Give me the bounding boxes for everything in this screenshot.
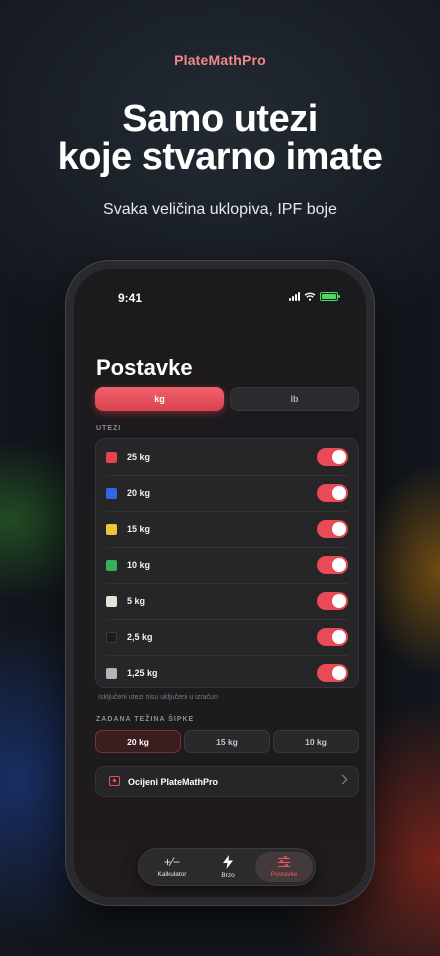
plate-toggle[interactable]: [317, 664, 348, 682]
tab-brzo[interactable]: Brzo: [201, 852, 255, 882]
plate-toggle[interactable]: [317, 448, 348, 466]
signal-icon: [289, 292, 300, 301]
list-item: 25 kg: [96, 439, 358, 475]
plate-color-swatch: [106, 487, 117, 499]
list-item: 5 kg: [96, 583, 358, 619]
phone-frame: 9:41 Postavke kg lb UTEZI 25 kg 20 kg 15…: [66, 261, 374, 905]
status-time: 9:41: [118, 291, 143, 305]
tab-label: Kalkulator: [157, 871, 187, 878]
tab-bar: +⁄− Kalkulator Brzo Postavke: [138, 848, 316, 886]
bolt-icon: [223, 855, 233, 869]
sliders-icon: [278, 856, 290, 868]
plate-label: 10 kg: [127, 560, 151, 570]
list-item: 15 kg: [96, 511, 358, 547]
subline: Svaka veličina uklopiva, IPF boje: [103, 201, 337, 218]
plates-list: 25 kg 20 kg 15 kg 10 kg 5 kg 2,5 kg 1,25…: [95, 438, 359, 688]
bar-option-15kg[interactable]: 15 kg: [184, 730, 270, 753]
plate-color-swatch: [106, 559, 117, 571]
toggle-knob: [332, 666, 346, 680]
bar-section-label: ZADANA TEŽINA ŠIPKE: [96, 716, 195, 723]
plate-label: 2,5 kg: [127, 632, 153, 642]
chevron-right-icon: [337, 774, 348, 785]
tab-postavke[interactable]: Postavke: [255, 852, 313, 882]
plus-minus-icon: +⁄−: [163, 855, 181, 869]
list-item: 2,5 kg: [96, 619, 358, 655]
rate-icon: [109, 776, 120, 786]
status-icons: [289, 292, 340, 301]
list-item: 10 kg: [96, 547, 358, 583]
bar-option-20kg[interactable]: 20 kg: [95, 730, 181, 753]
wifi-icon: [304, 292, 316, 301]
rate-app-button[interactable]: Ocijeni PlateMathPro: [95, 766, 359, 797]
plate-color-swatch: [106, 523, 117, 535]
plate-toggle[interactable]: [317, 592, 348, 610]
plate-toggle[interactable]: [317, 520, 348, 538]
list-item: 1,25 kg: [96, 655, 358, 691]
battery-icon: [320, 292, 340, 301]
brand-name: PlateMathPro: [174, 52, 266, 68]
toggle-knob: [332, 450, 346, 464]
headline-line-1: Samo utezi: [122, 98, 318, 140]
plate-label: 1,25 kg: [127, 668, 158, 678]
plate-color-swatch: [106, 451, 117, 463]
headline: Samo utezi koje stvarno imate: [0, 100, 440, 176]
phone-screen: 9:41 Postavke kg lb UTEZI 25 kg 20 kg 15…: [74, 269, 366, 897]
plates-note: Isključeni utezi nisu uključeni u izraču…: [98, 694, 218, 701]
plate-color-swatch: [106, 595, 117, 607]
rate-app-label: Ocijeni PlateMathPro: [128, 776, 219, 787]
plate-toggle[interactable]: [317, 628, 348, 646]
plate-color-swatch: [106, 667, 117, 679]
tab-label: Postavke: [270, 870, 298, 878]
plate-label: 15 kg: [127, 524, 151, 534]
plates-section-label: UTEZI: [96, 425, 122, 432]
toggle-knob: [332, 486, 346, 500]
toggle-knob: [332, 558, 346, 572]
plate-toggle[interactable]: [317, 484, 348, 502]
plate-label: 25 kg: [127, 452, 151, 462]
tab-label: Brzo: [221, 872, 235, 879]
list-item: 20 kg: [96, 475, 358, 511]
unit-lb-button[interactable]: lb: [230, 387, 359, 411]
page-title: Postavke: [96, 355, 193, 380]
plate-toggle[interactable]: [317, 556, 348, 574]
bar-option-10kg[interactable]: 10 kg: [273, 730, 359, 753]
unit-kg-button[interactable]: kg: [95, 387, 224, 411]
headline-line-2: koje stvarno imate: [57, 136, 383, 178]
toggle-knob: [332, 522, 346, 536]
toggle-knob: [332, 594, 346, 608]
status-bar: 9:41: [74, 291, 366, 307]
tab-kalkulator[interactable]: +⁄− Kalkulator: [143, 852, 201, 882]
plate-color-swatch: [106, 631, 117, 643]
plate-label: 20 kg: [127, 488, 151, 498]
plate-label: 5 kg: [127, 596, 146, 606]
toggle-knob: [332, 630, 346, 644]
